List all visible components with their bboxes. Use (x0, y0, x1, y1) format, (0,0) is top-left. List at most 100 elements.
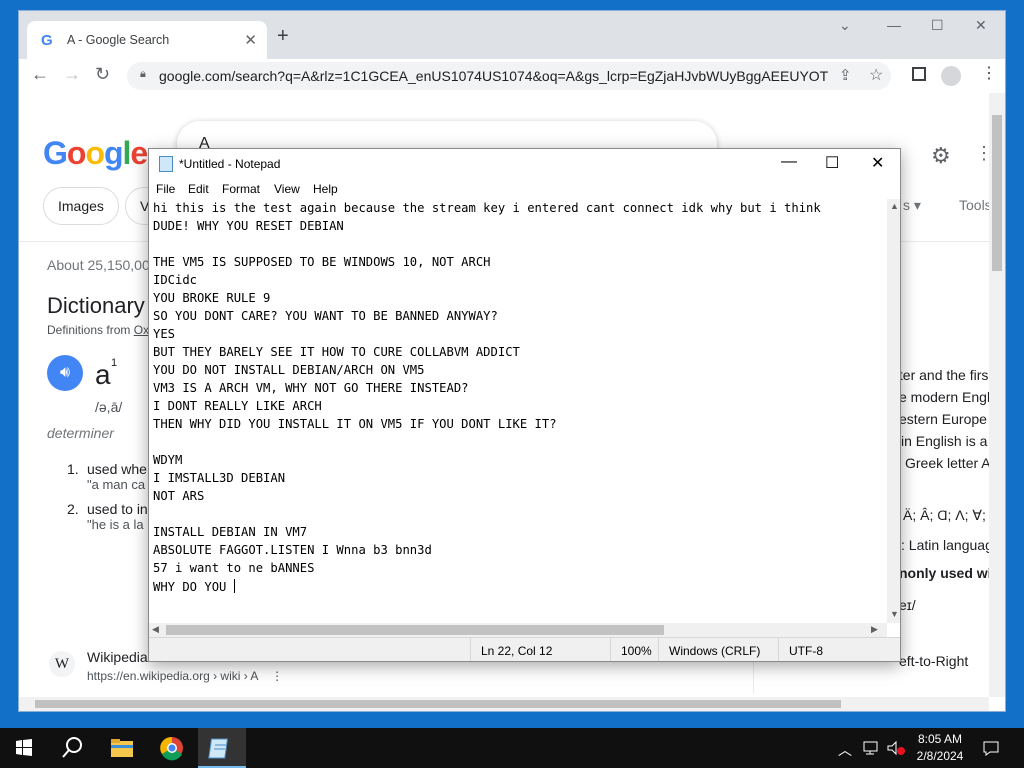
menu-view[interactable]: View (274, 182, 300, 196)
text-line: BUT THEY BARELY SEE IT HOW TO CURE COLLA… (153, 345, 520, 359)
scrollbar-thumb[interactable] (166, 625, 664, 635)
speaker-icon[interactable]: 🔊︎ (47, 355, 83, 391)
clock-time[interactable]: 8:05 AM (916, 732, 964, 746)
knowledge-panel-text: estern Europe (899, 411, 987, 427)
page-vertical-scrollbar[interactable] (989, 93, 1005, 697)
knowledge-panel-text: eft-to-Right (899, 653, 969, 669)
knowledge-panel-text: tter and the firs (895, 367, 989, 383)
notepad-icon (208, 738, 229, 759)
logo-letter: G (43, 135, 68, 171)
chevron-up-icon[interactable]: ︿ (838, 740, 852, 760)
dictionary-word: a (95, 359, 111, 390)
notepad-title: *Untitled - Notepad (179, 157, 281, 171)
logo-letter: e (130, 135, 148, 171)
settings-gear-icon[interactable]: ⚙ (931, 143, 951, 169)
definition-text: used whe (87, 461, 147, 477)
browser-toolbar: ← → ↻ 🔒︎ google.com/search?q=A&rlz=1C1GC… (19, 59, 1005, 93)
menu-format[interactable]: Format (222, 182, 260, 196)
dictionary-title: Dictionary (47, 293, 145, 318)
google-logo[interactable]: Google (43, 135, 148, 172)
menu-file[interactable]: File (156, 182, 175, 196)
wikipedia-result-name[interactable]: Wikipedia (87, 649, 148, 665)
apps-grid-icon[interactable]: ⋮⋮ (975, 143, 989, 164)
filter-chip-fragment[interactable]: s ▾ (903, 197, 921, 214)
more-options-icon[interactable]: ⋮ (271, 669, 283, 683)
menu-edit[interactable]: Edit (188, 182, 209, 196)
line-ending: Windows (CRLF) (658, 638, 778, 661)
scrollbar-thumb[interactable] (992, 115, 1002, 271)
new-tab-icon[interactable]: + (277, 25, 289, 48)
text-line: ABSOLUTE FAGGOT.LISTEN I Wnna b3 bnn3d (153, 543, 432, 557)
back-icon[interactable]: ← (31, 64, 49, 85)
cursor-position: Ln 22, Col 12 (470, 638, 610, 661)
forward-icon[interactable]: → (63, 64, 81, 85)
knowledge-panel-text: Greek letter A (905, 455, 989, 471)
knowledge-panel-text: eɪ/ (899, 597, 916, 613)
notepad-menu-bar: File Edit Format View Help (149, 179, 900, 199)
address-bar[interactable]: 🔒︎ google.com/search?q=A&rlz=1C1GCEA_enU… (127, 62, 891, 90)
scroll-down-icon[interactable]: ▼ (890, 609, 899, 619)
notepad-text-area[interactable]: hi this is the test again because the st… (149, 199, 887, 623)
text-line: IDCidc (153, 273, 198, 287)
tools-button[interactable]: Tools (959, 197, 989, 213)
url-text[interactable]: https://en.wikipedia.org › wiki › A (87, 669, 258, 683)
text-line: SO YOU DONT CARE? YOU WANT TO BE BANNED … (153, 309, 498, 323)
notifications-icon[interactable] (982, 740, 1000, 756)
star-icon[interactable]: ☆ (869, 65, 883, 85)
search-icon[interactable] (48, 728, 96, 768)
notepad-title-bar[interactable]: *Untitled - Notepad — ☐ ✕ (149, 149, 900, 179)
source-label: Definitions from (47, 323, 134, 337)
lock-icon[interactable]: 🔒︎ (140, 68, 146, 81)
text-line: 57 i want to ne bANNES (153, 561, 315, 575)
scroll-left-icon[interactable]: ◀ (152, 624, 159, 635)
chrome-icon[interactable] (148, 728, 196, 768)
start-icon[interactable] (0, 728, 48, 768)
tab-google-search[interactable]: G A - Google Search ✕ (27, 21, 267, 59)
close-window-icon[interactable]: ✕ (975, 17, 987, 34)
scrollbar-thumb[interactable] (35, 700, 841, 708)
source-link[interactable]: Ox (134, 323, 149, 337)
text-line: DUDE! WHY YOU RESET DEBIAN (153, 219, 344, 233)
text-line: VM3 IS A ARCH VM, WHY NOT GO THERE INSTE… (153, 381, 469, 395)
text-line: hi this is the test again because the st… (153, 201, 821, 215)
file-explorer-icon[interactable] (98, 728, 146, 768)
text-line: YOU BROKE RULE 9 (153, 291, 271, 305)
knowledge-panel-text: e modern Engli (899, 389, 989, 405)
menu-icon[interactable]: ⋮ (981, 63, 997, 83)
images-chip[interactable]: Images (43, 187, 119, 225)
tab-strip: G A - Google Search ✕ + ⌄ — ☐ ✕ (19, 11, 1005, 59)
tab-search-icon[interactable]: ⌄ (839, 17, 851, 34)
close-icon[interactable]: ✕ (871, 153, 884, 173)
scroll-up-icon[interactable]: ▲ (890, 201, 899, 211)
tab-close-icon[interactable]: ✕ (244, 31, 257, 49)
minimize-icon[interactable]: — (781, 153, 797, 171)
knowledge-panel-text: in English is a (901, 433, 988, 449)
notepad-horizontal-scrollbar[interactable]: ◀ ▶ (149, 623, 887, 637)
text-line: WDYM (153, 453, 183, 467)
menu-help[interactable]: Help (313, 182, 338, 196)
encoding: UTF-8 (778, 638, 900, 661)
page-horizontal-scrollbar[interactable] (19, 697, 989, 711)
minimize-icon[interactable]: — (887, 17, 901, 33)
profile-icon[interactable] (941, 66, 961, 86)
maximize-icon[interactable]: ☐ (825, 153, 839, 173)
scroll-right-icon[interactable]: ▶ (871, 624, 878, 635)
text-line: NOT ARS (153, 489, 205, 503)
maximize-icon[interactable]: ☐ (931, 17, 944, 34)
side-panel-icon[interactable] (912, 67, 926, 81)
definition-number: 1. (67, 461, 79, 477)
text-line: THEN WHY DID YOU INSTALL IT ON VM5 IF YO… (153, 417, 557, 431)
wikipedia-result-url[interactable]: https://en.wikipedia.org › wiki › A ⋮ (87, 669, 283, 683)
network-icon[interactable] (862, 740, 880, 756)
text-line: WHY DO YOU (153, 579, 235, 594)
knowledge-panel-text: nonly used wit (899, 565, 989, 581)
notepad-taskbar-icon[interactable] (198, 728, 246, 768)
reload-icon[interactable]: ↻ (95, 64, 110, 85)
clock-date[interactable]: 2/8/2024 (916, 749, 964, 763)
url-text[interactable]: google.com/search?q=A&rlz=1C1GCEA_enUS10… (159, 68, 829, 84)
knowledge-panel-text: Ä; Â; Ɑ; Λ; ∀; (903, 507, 986, 523)
dictionary-source: Definitions from Ox (47, 323, 149, 337)
notepad-vertical-scrollbar[interactable]: ▲ ▼ (887, 199, 900, 623)
volume-muted-icon[interactable] (886, 740, 906, 756)
share-icon[interactable]: ⇪ (839, 66, 852, 84)
